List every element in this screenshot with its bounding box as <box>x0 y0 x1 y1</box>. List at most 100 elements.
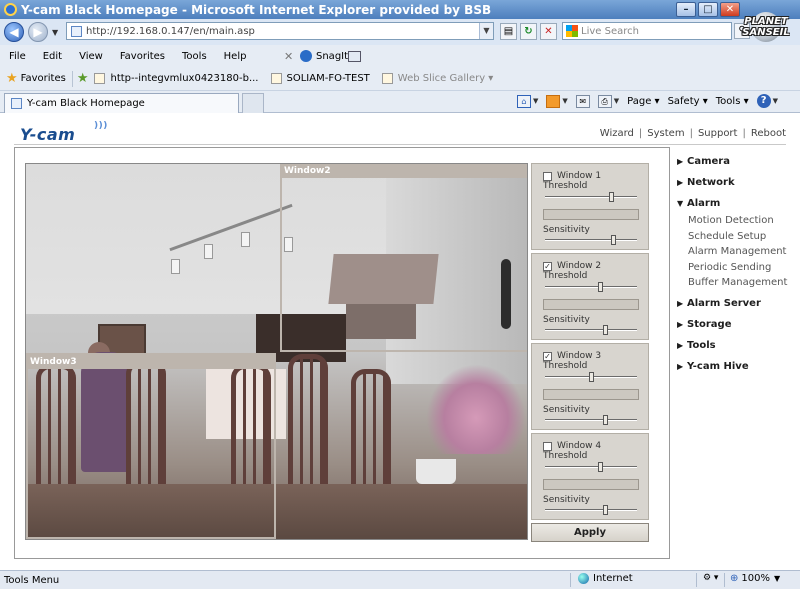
feeds-icon[interactable] <box>546 94 561 108</box>
sidebar-item-network[interactable]: ▶ Network <box>676 175 796 196</box>
sidebar-item-alarm-server[interactable]: ▶ Alarm Server <box>676 296 796 317</box>
address-dropdown-icon[interactable]: ▼ <box>479 23 493 39</box>
new-tab-button[interactable] <box>242 93 264 113</box>
sidebar-item-storage[interactable]: ▶ Storage <box>676 317 796 338</box>
maximize-button[interactable]: □ <box>698 2 718 17</box>
favorite-link-2[interactable]: SOLIAM-FO-TEST <box>270 73 370 84</box>
sidebar-sub-periodic-sending[interactable]: Periodic Sending <box>676 261 796 277</box>
window-2-label: Window 2 <box>557 261 602 271</box>
slider-thumb[interactable] <box>589 372 594 382</box>
print-icon[interactable]: ⎙ <box>597 94 612 108</box>
print-dropdown-icon[interactable]: ▼ <box>614 97 619 105</box>
menu-edit[interactable]: Edit <box>43 51 62 62</box>
close-toolbar-icon[interactable]: ✕ <box>284 50 293 63</box>
slider-thumb[interactable] <box>603 505 608 515</box>
snagit-capture-icon[interactable] <box>348 50 361 62</box>
minimize-button[interactable]: – <box>676 2 696 17</box>
menu-view[interactable]: View <box>79 51 103 62</box>
window-2-sensitivity-slider[interactable] <box>545 325 637 335</box>
window-4-checkbox[interactable] <box>543 441 552 451</box>
threshold-label: Threshold <box>543 361 588 371</box>
slider-thumb[interactable] <box>603 415 608 425</box>
window-4-threshold-slider[interactable] <box>545 462 637 472</box>
tab-ycam-homepage[interactable]: Y-cam Black Homepage <box>4 93 239 113</box>
home-icon[interactable]: ⌂ <box>516 94 531 108</box>
window-2-checkbox[interactable]: ✓ <box>543 261 552 271</box>
web-slice-gallery-link[interactable]: Web Slice Gallery ▾ <box>381 73 493 84</box>
support-link[interactable]: Support <box>698 128 738 139</box>
window-4-label: Window 4 <box>557 441 602 451</box>
compatibility-icon[interactable]: ▤ <box>500 23 517 40</box>
window-3-threshold-slider[interactable] <box>545 372 637 382</box>
window-3-sensitivity-slider[interactable] <box>545 415 637 425</box>
slider-track <box>545 329 637 331</box>
feeds-dropdown-icon[interactable]: ▼ <box>562 97 567 105</box>
snagit-button[interactable]: SnagIt <box>300 50 348 62</box>
help-icon[interactable]: ? <box>756 94 771 108</box>
snagit-label: SnagIt <box>316 50 349 62</box>
menu-help[interactable]: Help <box>224 51 247 62</box>
zoom-dropdown-icon[interactable]: ▼ <box>774 574 780 583</box>
slider-track <box>545 509 637 511</box>
refresh-icon[interactable]: ↻ <box>520 23 537 40</box>
safety-menu[interactable]: Safety ▾ <box>668 96 708 107</box>
slider-thumb[interactable] <box>611 235 616 245</box>
window-1-checkbox[interactable] <box>543 171 552 181</box>
address-toolbar: ◀ ▶ ▼ http://192.168.0.147/en/main.asp ▼… <box>0 19 800 45</box>
read-mail-icon[interactable]: ✉ <box>575 94 590 108</box>
detection-window-3[interactable]: Window3 <box>26 353 276 539</box>
favorites-star-icon[interactable]: ★ <box>6 71 18 86</box>
window-2-threshold-slider[interactable] <box>545 282 637 292</box>
status-text: Tools Menu <box>4 574 60 586</box>
window-1-sensitivity-slider[interactable] <box>545 235 637 245</box>
window-3-checkbox[interactable]: ✓ <box>543 351 552 361</box>
stop-icon[interactable]: ✕ <box>540 23 557 40</box>
video-lamp-bulb <box>204 244 213 259</box>
back-button[interactable]: ◀ <box>4 22 24 42</box>
nav-divider: | <box>742 128 746 139</box>
home-dropdown-icon[interactable]: ▼ <box>533 97 538 105</box>
window-1-threshold-slider[interactable] <box>545 192 637 202</box>
zoom-control[interactable]: ⊕ 100% ▼ <box>730 573 780 584</box>
favorites-button[interactable]: Favorites <box>21 73 66 84</box>
sidebar-item-alarm[interactable]: ▼ Alarm <box>676 196 796 217</box>
menu-tools[interactable]: Tools <box>182 51 207 62</box>
threshold-label: Threshold <box>543 271 588 281</box>
slider-thumb[interactable] <box>598 462 603 472</box>
menu-file[interactable]: File <box>9 51 26 62</box>
tab-title: Y-cam Black Homepage <box>27 98 145 109</box>
page-menu[interactable]: Page ▾ <box>627 96 659 107</box>
help-dropdown-icon[interactable]: ▼ <box>773 97 778 105</box>
wizard-link[interactable]: Wizard <box>600 128 634 139</box>
sensitivity-label: Sensitivity <box>543 495 590 505</box>
detection-window-2[interactable]: Window2 <box>280 164 527 352</box>
sidebar-sub-buffer-management[interactable]: Buffer Management <box>676 276 796 292</box>
search-input[interactable]: Live Search <box>562 22 732 40</box>
security-zone[interactable]: Internet <box>578 573 633 584</box>
protected-mode-icon[interactable]: ⚙ ▾ <box>703 573 718 583</box>
window-4-sensitivity-slider[interactable] <box>545 505 637 515</box>
window-4-toggle[interactable]: Window 4 <box>543 441 601 451</box>
window-1-toggle[interactable]: Window 1 <box>543 171 601 181</box>
system-link[interactable]: System <box>647 128 684 139</box>
reboot-link[interactable]: Reboot <box>751 128 786 139</box>
sidebar-item-ycam-hive[interactable]: ▶ Y-cam Hive <box>676 359 796 380</box>
address-input[interactable]: http://192.168.0.147/en/main.asp ▼ <box>66 22 494 40</box>
forward-button[interactable]: ▶ <box>28 22 48 42</box>
window-3-toggle[interactable]: ✓ Window 3 <box>543 351 601 361</box>
window-2-toggle[interactable]: ✓ Window 2 <box>543 261 601 271</box>
tools-menu[interactable]: Tools ▾ <box>716 96 749 107</box>
favorite-link-1[interactable]: http--integvmlux0423180-b... <box>94 73 259 84</box>
sidebar-item-tools[interactable]: ▶ Tools <box>676 338 796 359</box>
history-dropdown[interactable]: ▼ <box>52 28 58 37</box>
sidebar-sub-schedule-setup[interactable]: Schedule Setup <box>676 230 796 246</box>
menu-favorites[interactable]: Favorites <box>120 51 165 62</box>
sidebar-sub-alarm-management[interactable]: Alarm Management <box>676 245 796 261</box>
sidebar-item-camera[interactable]: ▶ Camera <box>676 154 796 175</box>
add-favorite-icon[interactable]: ★ <box>77 71 89 86</box>
slider-thumb[interactable] <box>603 325 608 335</box>
camera-live-view[interactable]: Window2 Window3 <box>25 163 528 540</box>
apply-button[interactable]: Apply <box>531 523 649 542</box>
slider-thumb[interactable] <box>609 192 614 202</box>
slider-thumb[interactable] <box>598 282 603 292</box>
